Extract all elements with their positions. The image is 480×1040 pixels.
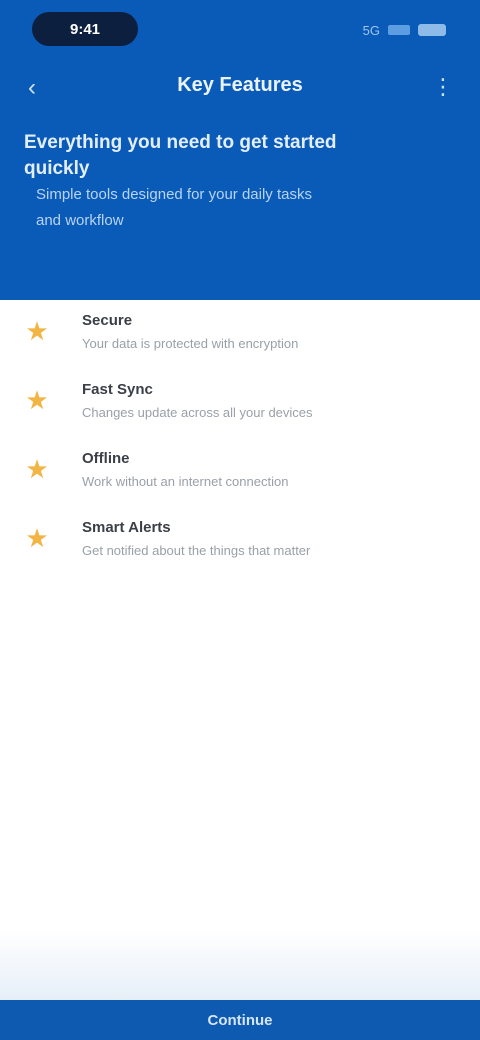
feature-description: Your data is protected with encryption: [82, 336, 299, 351]
feature-title: Fast Sync: [82, 381, 153, 398]
hero-subtext: Simple tools designed for your daily tas…: [36, 186, 312, 229]
feature-description: Changes update across all your devices: [82, 405, 313, 420]
feature-title: Smart Alerts: [82, 519, 171, 536]
more-vertical-icon: ⋮: [432, 74, 454, 99]
network-label: 5G: [362, 22, 380, 38]
bottom-fade: [0, 930, 480, 1000]
feature-description: Work without an internet connection: [82, 474, 289, 489]
feature-title: Offline: [82, 450, 130, 467]
battery-icon: [418, 24, 446, 36]
star-icon: ★: [25, 315, 49, 346]
status-icons: 5G: [363, 22, 446, 38]
feature-item[interactable]: ★ Secure Your data is protected with enc…: [0, 300, 480, 368]
status-bar: 9:41 5G: [0, 0, 480, 60]
signal-icon: [388, 25, 410, 35]
feature-item[interactable]: ★ Smart Alerts Get notified about the th…: [0, 507, 480, 575]
nav-bar: ‹ Key Features ⋮: [0, 62, 480, 112]
feature-list: ★ Secure Your data is protected with enc…: [0, 300, 480, 576]
status-time: 9:41: [32, 12, 138, 46]
feature-item[interactable]: ★ Fast Sync Changes update across all yo…: [0, 369, 480, 437]
feature-title: Secure: [82, 312, 133, 329]
hero-headline: Everything you need to get started quick…: [24, 132, 337, 179]
star-icon: ★: [25, 384, 49, 415]
continue-button[interactable]: Continue: [0, 1000, 480, 1040]
feature-item[interactable]: ★ Offline Work without an internet conne…: [0, 438, 480, 506]
feature-description: Get notified about the things that matte…: [82, 543, 311, 558]
screen: 9:41 5G ‹ Key Features ⋮ Everything you …: [0, 0, 480, 1040]
star-icon: ★: [25, 453, 49, 484]
more-menu-button[interactable]: ⋮: [428, 72, 458, 102]
star-icon: ★: [25, 522, 49, 553]
page-title: Key Features: [177, 74, 303, 96]
